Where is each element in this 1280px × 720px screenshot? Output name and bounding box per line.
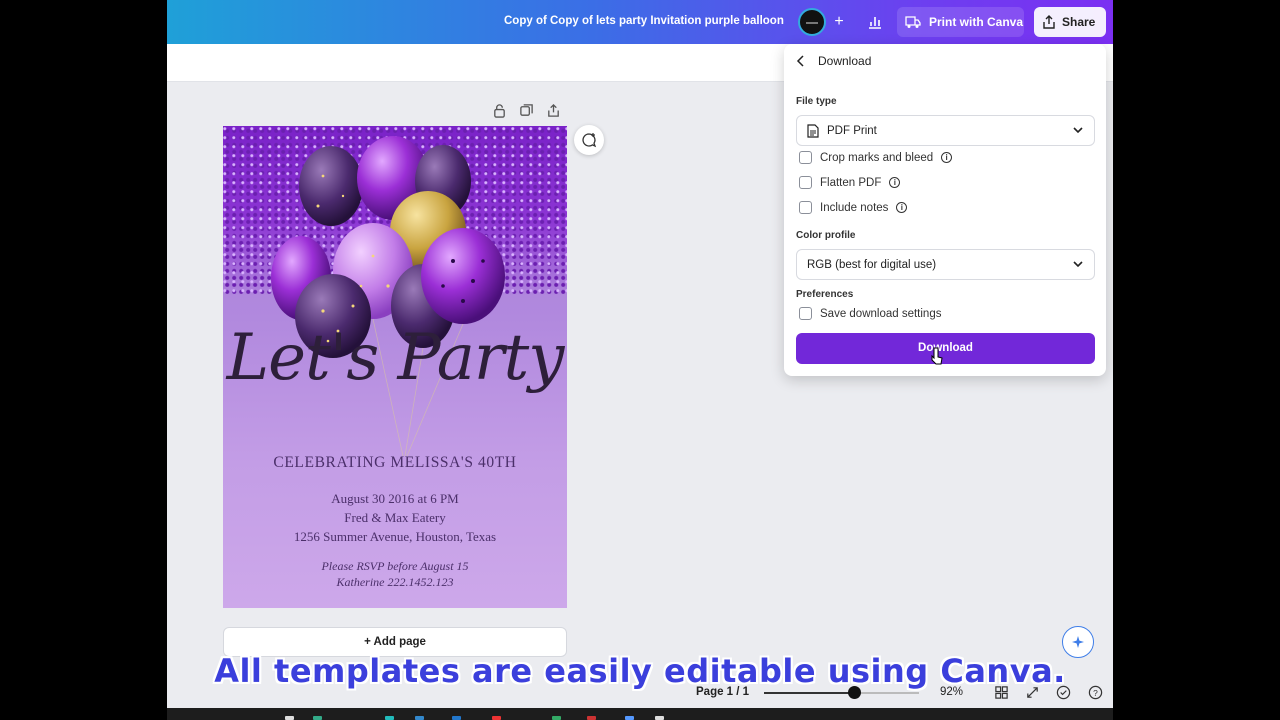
back-chevron-icon[interactable] [796, 55, 806, 67]
crop-marks-label: Crop marks and bleed [820, 151, 934, 164]
file-type-label: File type [796, 96, 837, 107]
share-button[interactable]: Share [1034, 7, 1106, 37]
lock-icon[interactable] [492, 103, 507, 118]
duplicate-icon[interactable] [519, 103, 534, 118]
info-icon[interactable]: i [896, 202, 908, 213]
balloon-cluster-image [271, 136, 505, 457]
truck-icon [905, 16, 921, 28]
page-tools [492, 103, 561, 118]
avatar[interactable] [798, 8, 826, 36]
color-profile-label: Color profile [796, 230, 856, 241]
option-flatten-pdf[interactable]: Flatten PDF i [799, 176, 901, 189]
document-icon [807, 123, 819, 138]
share-icon [1043, 15, 1055, 29]
download-button[interactable]: Download [796, 333, 1095, 364]
plus-icon[interactable]: + [826, 9, 852, 35]
include-notes-label: Include notes [820, 201, 889, 214]
include-notes-checkbox[interactable] [799, 201, 812, 214]
celebrating-line: CELEBRATING MELISSA'S 40TH [273, 454, 517, 471]
flatten-pdf-label: Flatten PDF [820, 176, 882, 189]
download-panel-title: Download [818, 54, 872, 68]
preferences-label: Preferences [796, 289, 854, 300]
print-label: Print with Canva [929, 15, 1024, 29]
zoom-slider[interactable] [764, 686, 919, 699]
chevron-down-icon [1073, 261, 1083, 268]
option-crop-marks[interactable]: Crop marks and bleed i [799, 151, 953, 164]
option-save-settings[interactable]: Save download settings [799, 307, 941, 320]
invitation-design[interactable]: Let's Party CELEBRATING MELISSA'S 40TH A… [223, 126, 567, 608]
add-comment-button[interactable] [574, 125, 604, 155]
save-settings-checkbox[interactable] [799, 307, 812, 320]
event-details: August 30 2016 at 6 PM Fred & Max Eatery… [223, 489, 567, 546]
download-panel-header: Download [796, 54, 871, 68]
add-page-icon[interactable] [546, 103, 561, 118]
top-bar: Copy of Copy of lets party Invitation pu… [167, 0, 1113, 44]
share-label: Share [1062, 15, 1096, 29]
event-address: 1256 Summer Avenue, Houston, Texas [293, 529, 497, 544]
chevron-down-icon [1073, 127, 1083, 134]
info-icon[interactable]: i [941, 152, 953, 163]
rsvp-block: Please RSVP before August 15 Katherine 2… [223, 558, 567, 590]
mouse-cursor-icon [931, 347, 943, 365]
canva-editor: Copy of Copy of lets party Invitation pu… [167, 0, 1113, 720]
file-type-select[interactable]: PDF Print [796, 115, 1095, 146]
option-include-notes[interactable]: Include notes i [799, 201, 908, 214]
color-profile-select[interactable]: RGB (best for digital use) [796, 249, 1095, 280]
file-type-value: PDF Print [827, 124, 877, 137]
comment-add-icon [582, 133, 597, 148]
sparkle-icon [1072, 636, 1084, 648]
crop-marks-checkbox[interactable] [799, 151, 812, 164]
analytics-icon[interactable] [862, 9, 888, 35]
event-venue: Fred & Max Eatery [344, 510, 446, 525]
flatten-pdf-checkbox[interactable] [799, 176, 812, 189]
event-date: August 30 2016 at 6 PM [331, 491, 459, 506]
document-title[interactable]: Copy of Copy of lets party Invitation pu… [504, 15, 784, 27]
os-taskbar [167, 708, 1113, 720]
headline-lets-party: Let's Party [226, 321, 565, 395]
color-profile-value: RGB (best for digital use) [807, 258, 937, 271]
print-with-canva-button[interactable]: Print with Canva [897, 7, 1024, 37]
info-icon[interactable]: i [889, 177, 901, 188]
video-caption: All templates are easily editable using … [214, 652, 1066, 690]
rsvp-contact: Katherine 222.1452.123 [336, 575, 454, 589]
save-settings-label: Save download settings [820, 307, 942, 320]
download-panel: Download File type PDF Print Crop marks … [784, 44, 1106, 376]
zoom-slider-fill [764, 692, 854, 694]
rsvp-line: Please RSVP before August 15 [321, 559, 469, 573]
